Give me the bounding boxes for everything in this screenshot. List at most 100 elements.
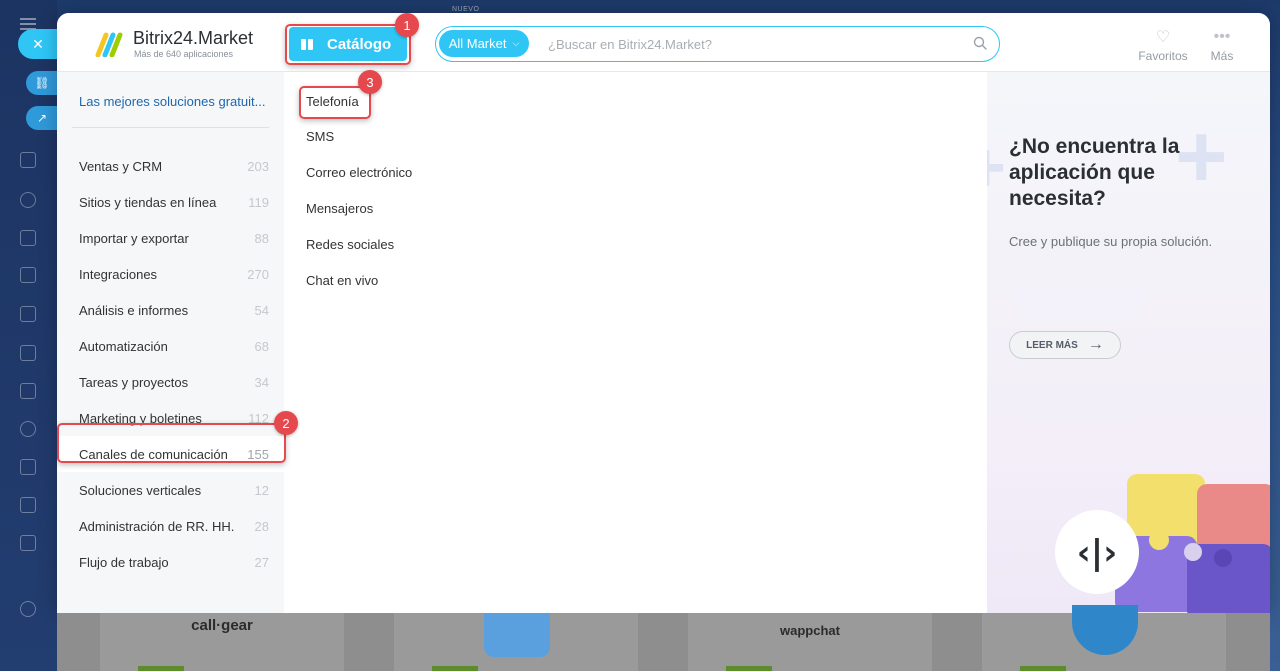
arrow-right-icon: → (1087, 336, 1104, 353)
category-item[interactable]: Administración de RR. HH. 28 (57, 508, 284, 544)
category-item[interactable]: Flujo de trabajo 27 (57, 544, 284, 580)
app-card-logo: wappchat (780, 623, 840, 638)
category-count: 203 (247, 158, 269, 174)
app-card-tag (138, 666, 184, 671)
subcategory-social[interactable]: Redes sociales (306, 237, 394, 252)
category-count: 12 (254, 482, 269, 498)
subcategory-messengers[interactable]: Mensajeros (306, 201, 373, 216)
category-item[interactable]: Integraciones 270 (57, 256, 284, 292)
subcategory-live-chat[interactable]: Chat en vivo (306, 273, 378, 288)
close-icon: ✕ (32, 35, 44, 52)
category-item[interactable]: Soluciones verticales 12 (57, 472, 284, 508)
app-card-tag (726, 666, 772, 671)
svg-text:‹|›: ‹|› (1077, 533, 1117, 573)
app-card[interactable]: call·gear (100, 613, 344, 671)
app-card[interactable] (982, 605, 1226, 671)
calendar-rail-icon[interactable] (20, 230, 36, 246)
category-item[interactable]: Importar y exportar 88 (57, 220, 284, 256)
promo-text: Cree y publique su propia solución. (1009, 234, 1213, 249)
annotation-badge-2: 2 (274, 411, 298, 435)
checklist-rail-icon[interactable] (20, 459, 36, 475)
decorative-plus-icon: + (987, 132, 1006, 202)
market-catalog-modal: Bitrix24.Market Más de 640 aplicaciones … (57, 13, 1270, 613)
category-count: 28 (254, 518, 269, 534)
tasks-rail-icon[interactable] (20, 152, 36, 168)
read-more-label: LEER MÁS (1026, 339, 1078, 351)
category-item[interactable]: Sitios y tiendas en línea 119 (57, 184, 284, 220)
promo-title: ¿No encuentra la aplicación que necesita… (1009, 135, 1180, 210)
category-label: Integraciones (79, 266, 158, 282)
close-slider-button[interactable]: ✕ (18, 29, 58, 59)
favorites-button[interactable]: ♡ Favoritos (1135, 29, 1191, 63)
app-card-logo: call·gear (191, 617, 253, 634)
category-count: 54 (254, 302, 269, 318)
mail-rail-icon[interactable] (20, 383, 36, 399)
search-scope-label: All Market (448, 36, 507, 51)
annotation-highlight-telefonia (299, 86, 371, 119)
category-count: 27 (254, 554, 269, 570)
read-more-button[interactable]: LEER MÁS → (1009, 331, 1121, 359)
card-rail-icon[interactable] (20, 345, 36, 361)
category-label: Tareas y proyectos (79, 374, 189, 390)
more-dots-icon: ••• (1213, 28, 1231, 45)
category-count: 270 (247, 266, 269, 282)
annotation-highlight-category (57, 423, 286, 463)
category-item[interactable]: Ventas y CRM 203 (57, 148, 284, 184)
puzzle-illustration: ‹|› (1055, 474, 1270, 613)
category-label: Soluciones verticales (79, 482, 202, 498)
robot-rail-icon[interactable] (20, 535, 36, 551)
annotation-badge-3: 3 (358, 70, 382, 94)
telegram-app-icon (1072, 605, 1138, 655)
logo-title: Bitrix24.Market (133, 28, 254, 48)
app-card[interactable]: wappchat (688, 613, 932, 671)
category-label: Automatización (79, 338, 168, 354)
filter-rail-icon[interactable] (20, 497, 36, 513)
divider (72, 127, 269, 128)
category-label: Ventas y CRM (79, 158, 163, 174)
sms-app-icon (484, 613, 550, 657)
category-label: Importar y exportar (79, 230, 189, 246)
heart-icon: ♡ (1155, 29, 1171, 46)
settings-rail-icon[interactable] (20, 601, 36, 617)
app-card[interactable] (394, 613, 638, 671)
category-label: Sitios y tiendas en línea (79, 194, 217, 210)
app-rail: ✕ ⛓ ↗ (0, 0, 58, 671)
logo-subtitle: Más de 640 aplicaciones (134, 49, 234, 59)
open-new-window-button[interactable]: ↗ (26, 106, 58, 130)
search-icon[interactable] (973, 36, 987, 50)
search-input[interactable] (548, 34, 968, 54)
link-icon: ⛓ (34, 76, 50, 90)
search-scope-dropdown[interactable]: All Market ⌵ (439, 30, 529, 57)
external-link-icon: ↗ (36, 111, 48, 125)
target-rail-icon[interactable] (20, 192, 36, 208)
contacts-rail-icon[interactable] (20, 421, 36, 437)
subcategory-sms[interactable]: SMS (306, 129, 334, 144)
board-rail-icon[interactable] (20, 306, 36, 322)
favorites-label: Favoritos (1138, 49, 1188, 63)
category-count: 88 (254, 230, 269, 246)
subcategory-email[interactable]: Correo electrónico (306, 165, 412, 180)
category-count: 68 (254, 338, 269, 354)
category-count: 119 (248, 194, 269, 210)
app-card-tag (432, 666, 478, 671)
category-count: 34 (254, 374, 269, 390)
category-label: Administración de RR. HH. (79, 518, 235, 534)
category-label: Análisis e informes (79, 302, 189, 318)
copy-link-button[interactable]: ⛓ (26, 71, 58, 95)
category-label: Flujo de trabajo (79, 554, 169, 570)
document-rail-icon[interactable] (20, 267, 36, 283)
category-item[interactable]: Tareas y proyectos 34 (57, 364, 284, 400)
app-card-tag (1020, 666, 1066, 671)
chevron-down-icon: ⌵ (512, 38, 520, 48)
more-label: Más (1210, 49, 1234, 63)
category-item[interactable]: Análisis e informes 54 (57, 292, 284, 328)
category-item[interactable]: Automatización 68 (57, 328, 284, 364)
background-app-cards: call·gear wappchat (57, 605, 1270, 671)
market-header: Bitrix24.Market Más de 640 aplicaciones … (57, 13, 1270, 72)
more-button[interactable]: ••• Más (1203, 28, 1241, 63)
bitrix-market-logo-icon (95, 32, 123, 57)
best-free-solutions-link[interactable]: Las mejores soluciones gratuit... (79, 94, 274, 109)
annotation-highlight-catalog (285, 24, 411, 65)
category-sidebar: Las mejores soluciones gratuit... Ventas… (57, 72, 284, 613)
promo-panel: + + ¿No encuentra la aplicación que nece… (987, 72, 1270, 613)
